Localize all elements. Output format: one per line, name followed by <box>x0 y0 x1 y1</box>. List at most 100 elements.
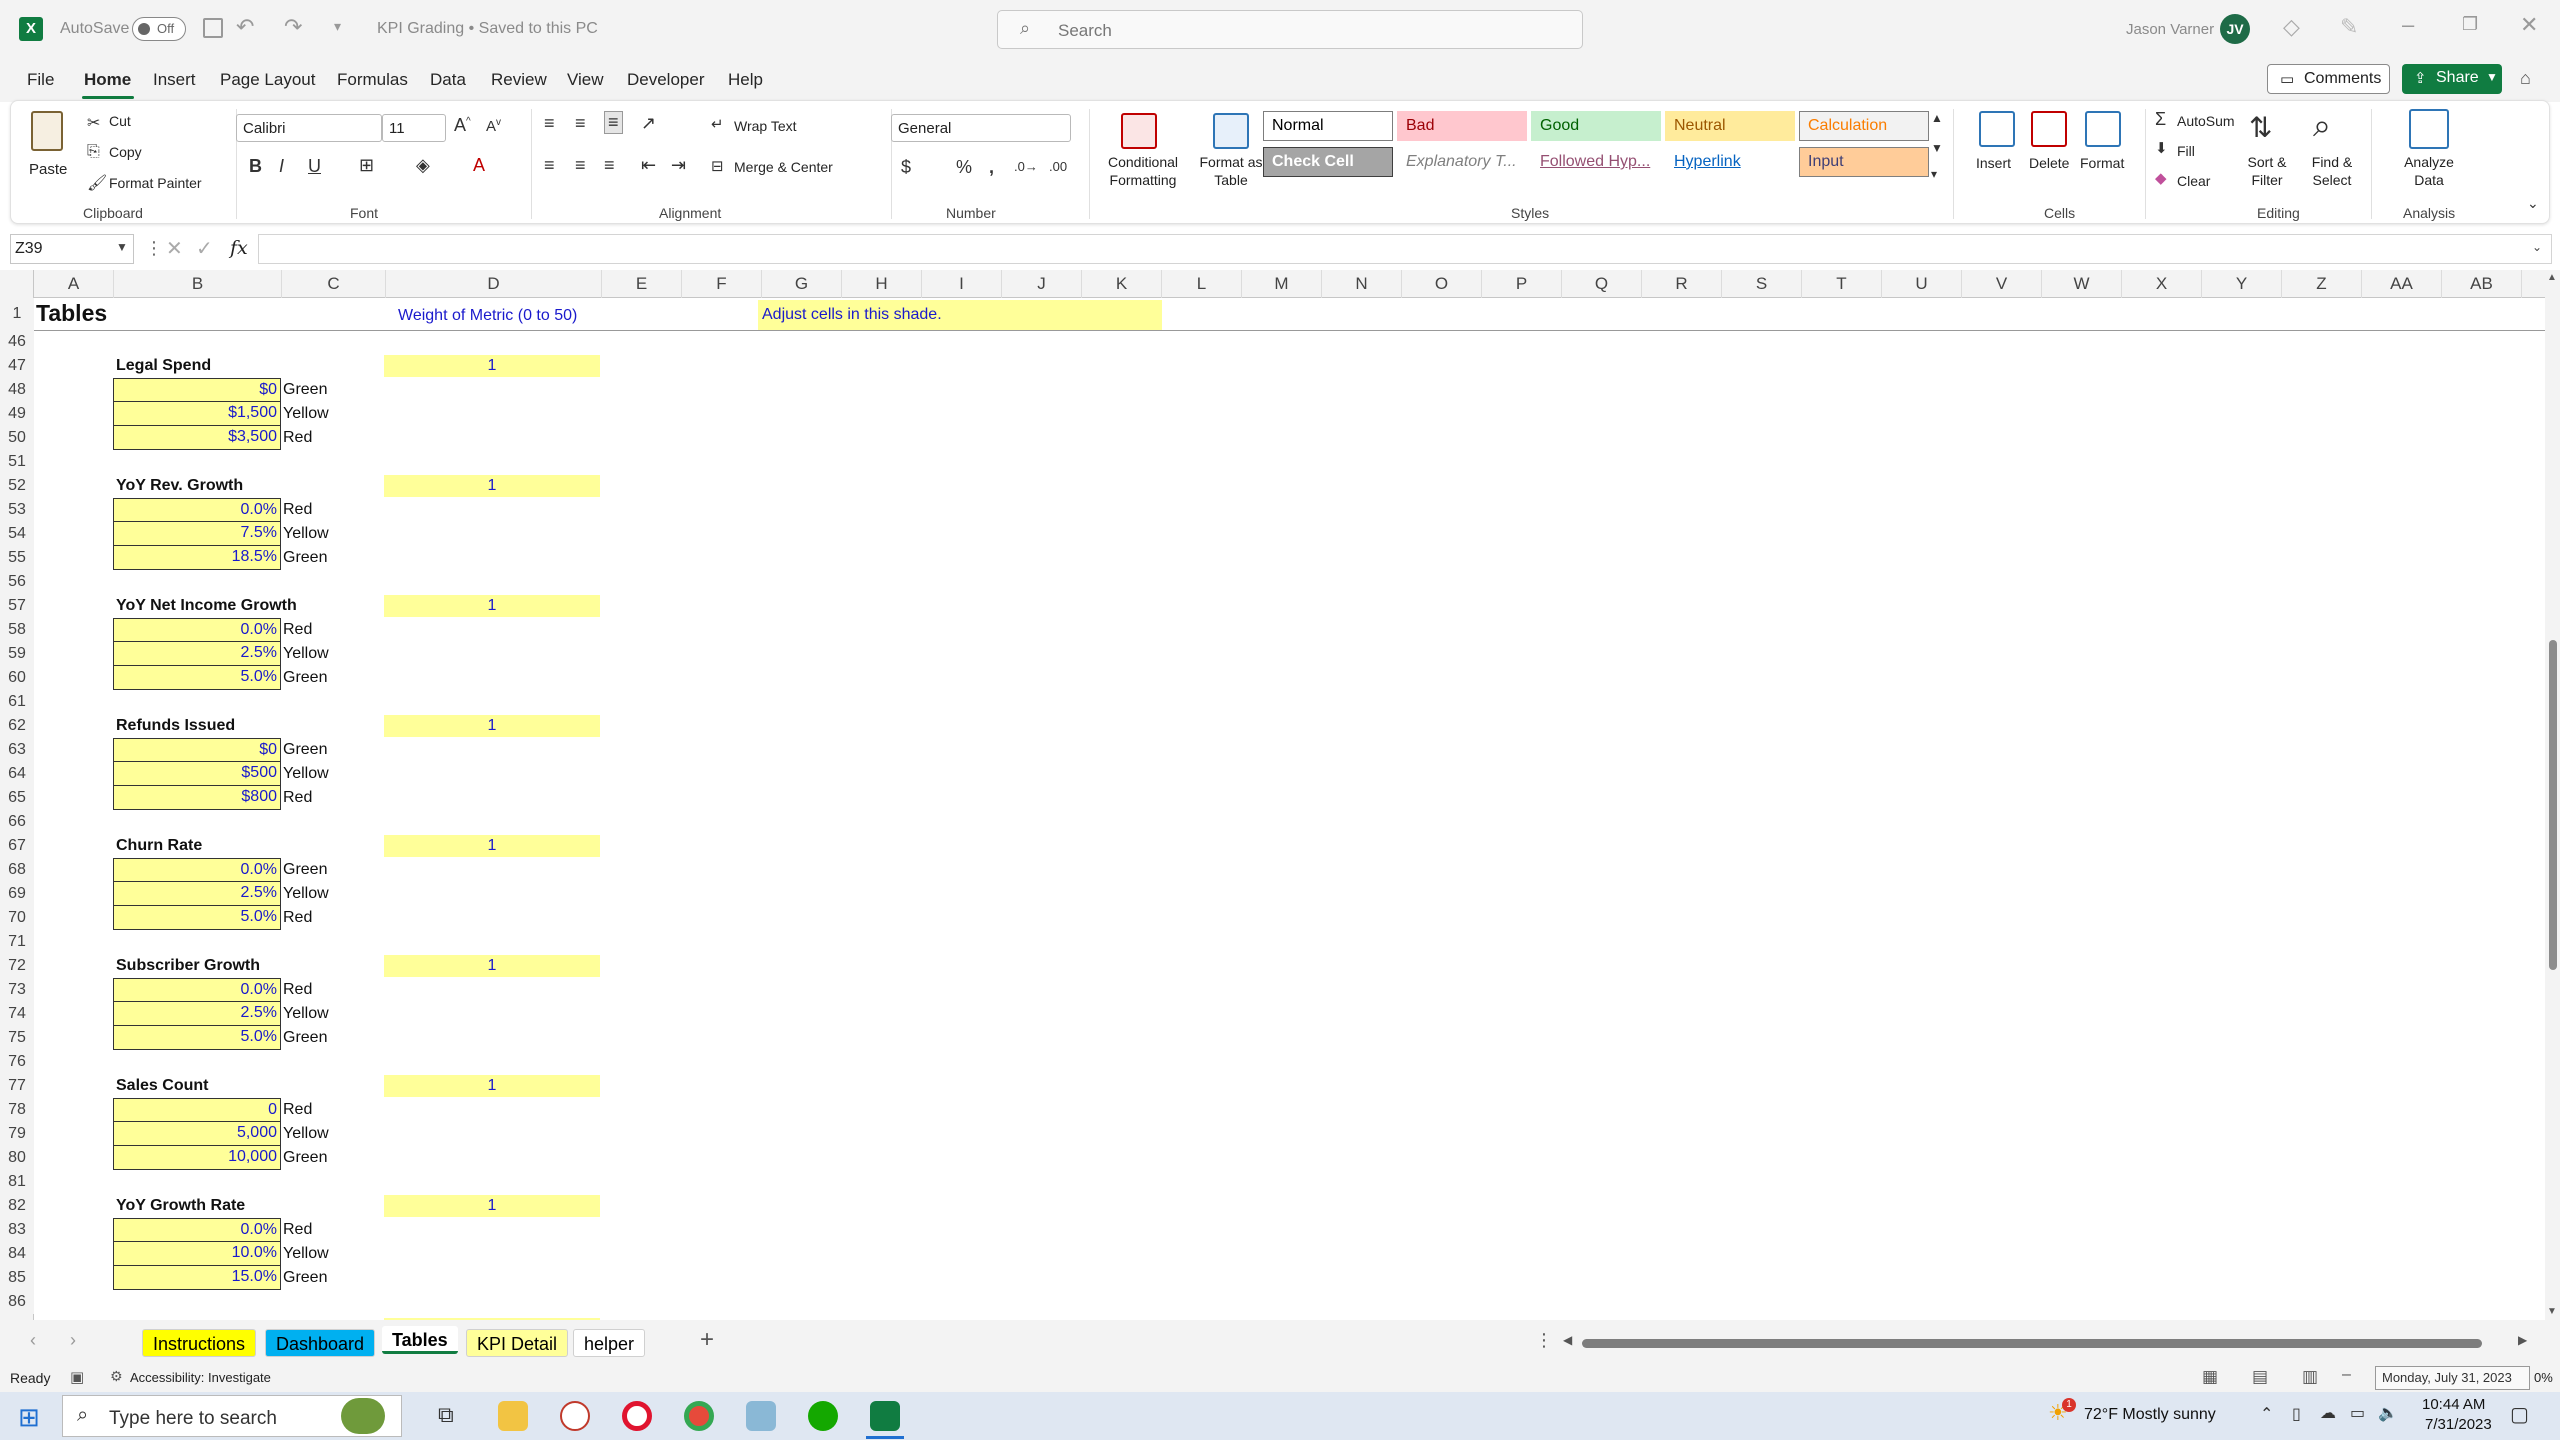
document-title[interactable]: KPI Grading • Saved to this PC <box>377 20 598 38</box>
column-header-j[interactable]: J <box>1002 270 1082 298</box>
cloud-icon[interactable]: ☁ <box>2320 1403 2336 1423</box>
row-header-1[interactable]: 1 <box>0 298 34 330</box>
cancel-icon[interactable]: ✕ <box>166 236 183 261</box>
vertical-scrollbar[interactable]: ▲ ▼ <box>2545 270 2560 1320</box>
tab-home[interactable]: Home <box>84 70 131 90</box>
row-header-62[interactable]: 62 <box>0 714 34 738</box>
column-header-u[interactable]: U <box>1882 270 1962 298</box>
threshold-label[interactable]: Yellow <box>283 1002 329 1026</box>
column-header-v[interactable]: V <box>1962 270 2042 298</box>
align-bottom-icon[interactable]: ≡ <box>604 111 623 134</box>
redo-icon[interactable]: ↷ <box>284 14 302 40</box>
threshold-input[interactable]: $1,500 <box>113 402 281 426</box>
threshold-label[interactable]: Green <box>283 546 327 570</box>
wrap-text-button[interactable]: Wrap Text <box>734 118 797 134</box>
close-icon[interactable]: ✕ <box>2520 12 2538 38</box>
threshold-input[interactable]: $0 <box>113 378 281 402</box>
row-header-71[interactable]: 71 <box>0 930 34 954</box>
threshold-input[interactable]: 0.0% <box>113 618 281 642</box>
threshold-label[interactable]: Green <box>283 1026 327 1050</box>
column-header-p[interactable]: P <box>1482 270 1562 298</box>
metric-name[interactable]: YoY Rev. Growth <box>116 474 243 498</box>
customize-qat-icon[interactable]: ▾ <box>334 18 341 35</box>
threshold-label[interactable]: Yellow <box>283 402 329 426</box>
column-header-g[interactable]: G <box>762 270 842 298</box>
show-hidden-icons[interactable]: ⌃ <box>2260 1404 2273 1424</box>
row-header-60[interactable]: 60 <box>0 666 34 690</box>
zoom-out-icon[interactable]: – <box>2342 1366 2351 1384</box>
column-header-i[interactable]: I <box>922 270 1002 298</box>
metric-weight-input[interactable]: 1 <box>384 475 600 497</box>
analyze-data-button[interactable]: Analyze Data <box>2391 153 2467 189</box>
normal-view-icon[interactable]: ▦ <box>2202 1367 2218 1387</box>
metric-weight-input[interactable]: 1 <box>384 835 600 857</box>
metric-name[interactable]: YoY Net Income Growth <box>116 594 297 618</box>
row-header-59[interactable]: 59 <box>0 642 34 666</box>
gallery-down-icon[interactable]: ▼ <box>1931 141 1943 155</box>
delete-cells-button[interactable]: Delete <box>2029 155 2069 171</box>
cell-style-followed-hyp[interactable]: Followed Hyp... <box>1531 147 1661 177</box>
column-header-z[interactable]: Z <box>2282 270 2362 298</box>
row-header-50[interactable]: 50 <box>0 426 34 450</box>
column-header-o[interactable]: O <box>1402 270 1482 298</box>
row-header-67[interactable]: 67 <box>0 834 34 858</box>
threshold-label[interactable]: Red <box>283 906 312 930</box>
threshold-label[interactable]: Green <box>283 666 327 690</box>
expand-formula-icon[interactable]: ⌄ <box>2532 240 2542 254</box>
cell-style-hyperlink[interactable]: Hyperlink <box>1665 147 1795 177</box>
row-header-49[interactable]: 49 <box>0 402 34 426</box>
excel-taskbar-icon[interactable] <box>870 1401 900 1431</box>
row-header-80[interactable]: 80 <box>0 1146 34 1170</box>
comments-button[interactable]: ▭ Comments <box>2267 64 2390 94</box>
cell-style-calculation[interactable]: Calculation <box>1799 111 1929 141</box>
cell-style-input[interactable]: Input <box>1799 147 1929 177</box>
threshold-input[interactable]: 5.0% <box>113 1026 281 1050</box>
row-header-84[interactable]: 84 <box>0 1242 34 1266</box>
threshold-input[interactable]: 0.0% <box>113 978 281 1002</box>
taskbar-search[interactable]: ⌕ Type here to search <box>62 1395 402 1437</box>
threshold-label[interactable]: Red <box>283 786 312 810</box>
paste-button[interactable]: Paste <box>25 109 71 195</box>
tab-data[interactable]: Data <box>430 70 466 90</box>
row-header-54[interactable]: 54 <box>0 522 34 546</box>
bold-icon[interactable]: B <box>249 156 262 177</box>
select-all-corner[interactable] <box>0 270 34 298</box>
upwork-icon[interactable] <box>808 1401 838 1431</box>
page-layout-view-icon[interactable]: ▤ <box>2252 1367 2268 1387</box>
row-header-63[interactable]: 63 <box>0 738 34 762</box>
threshold-input[interactable]: 5.0% <box>113 666 281 690</box>
comma-icon[interactable]: , <box>989 157 994 178</box>
cell-style-check-cell[interactable]: Check Cell <box>1263 147 1393 177</box>
threshold-input[interactable]: $800 <box>113 786 281 810</box>
threshold-label[interactable]: Red <box>283 618 312 642</box>
threshold-label[interactable]: Red <box>283 978 312 1002</box>
threshold-label[interactable]: Red <box>283 426 312 450</box>
pen-icon[interactable]: ✎ <box>2340 14 2358 40</box>
tab-view[interactable]: View <box>567 70 604 90</box>
column-header-m[interactable]: M <box>1242 270 1322 298</box>
search-box[interactable]: ⌕ Search <box>997 10 1583 49</box>
column-header-ab[interactable]: AB <box>2442 270 2522 298</box>
row-header-72[interactable]: 72 <box>0 954 34 978</box>
metric-weight-input[interactable]: 1 <box>384 595 600 617</box>
more-icon[interactable]: ⋮ <box>145 238 163 259</box>
row-header-75[interactable]: 75 <box>0 1026 34 1050</box>
threshold-label[interactable]: Yellow <box>283 882 329 906</box>
row-header-48[interactable]: 48 <box>0 378 34 402</box>
row-header-83[interactable]: 83 <box>0 1218 34 1242</box>
accessibility-icon[interactable]: ⚙ <box>110 1368 123 1385</box>
row-header-57[interactable]: 57 <box>0 594 34 618</box>
sheet-tab-tables[interactable]: Tables <box>382 1326 458 1354</box>
fill-button[interactable]: Fill <box>2177 143 2195 159</box>
format-painter-button[interactable]: Format Painter <box>109 175 202 191</box>
page-break-view-icon[interactable]: ▥ <box>2302 1367 2318 1387</box>
align-middle-icon[interactable]: ≡ <box>575 113 586 134</box>
chrome-icon[interactable] <box>684 1401 714 1431</box>
decrease-indent-icon[interactable]: ⇤ <box>641 155 656 176</box>
enter-icon[interactable]: ✓ <box>196 236 213 261</box>
italic-icon[interactable]: I <box>279 156 284 177</box>
currency-icon[interactable]: $ <box>901 157 911 178</box>
next-sheet-icon[interactable]: › <box>70 1330 76 1351</box>
diamond-icon[interactable]: ◇ <box>2283 14 2300 40</box>
gallery-more-icon[interactable]: ▾ <box>1931 167 1937 181</box>
